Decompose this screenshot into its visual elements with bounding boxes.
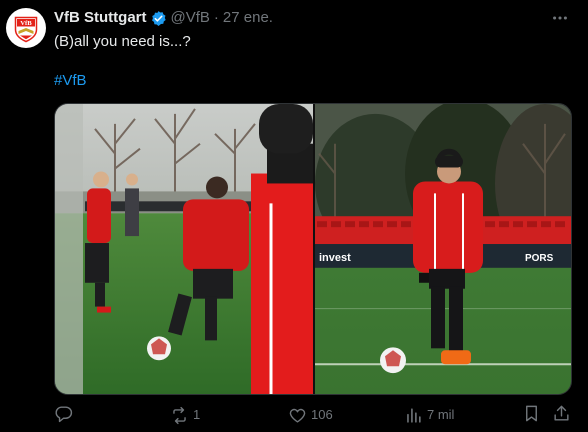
like-count: 106	[311, 407, 333, 422]
banner-text-left: invest	[319, 252, 351, 264]
share-icon	[554, 405, 569, 421]
retweet-button[interactable]: 1	[170, 404, 200, 426]
hashtag-link[interactable]: #VfB	[54, 71, 87, 91]
avatar[interactable]: VfB	[6, 8, 46, 48]
tweet-actions: 1 106 7 mil	[54, 404, 574, 426]
media-grid: invest PORS	[54, 103, 572, 395]
training-photo-left[interactable]	[55, 104, 313, 394]
svg-text:VfB: VfB	[20, 20, 32, 27]
verified-badge-icon	[151, 10, 166, 26]
more-button[interactable]	[550, 8, 570, 28]
bookmark-button[interactable]	[522, 404, 541, 423]
heart-icon	[289, 408, 306, 423]
banner-text-right: PORS	[525, 253, 554, 264]
views-count: 7 mil	[427, 407, 455, 422]
retweet-count: 1	[193, 407, 201, 422]
author-handle[interactable]: @VfB	[171, 9, 210, 27]
views-button[interactable]: 7 mil	[404, 404, 454, 426]
tweet-text: (B)all you need is...?	[54, 33, 191, 50]
vfb-crest-icon: VfB	[14, 16, 38, 43]
bookmark-icon	[526, 405, 537, 422]
tweet-header: VfB Stuttgart @VfB · 27 ene.	[54, 9, 273, 27]
retweet-icon	[173, 406, 186, 424]
like-button[interactable]: 106	[288, 404, 333, 426]
header-separator: ·	[213, 9, 219, 26]
reply-icon	[55, 406, 73, 423]
training-photo-right[interactable]: invest PORS	[315, 104, 571, 394]
share-button[interactable]	[552, 404, 571, 423]
tweet-date[interactable]: 27 ene.	[223, 9, 273, 27]
more-dots-icon	[553, 16, 567, 20]
author-name[interactable]: VfB Stuttgart	[54, 9, 147, 27]
views-bar-icon	[407, 407, 421, 423]
tweet-card[interactable]: VfB VfB Stuttgart @VfB · 27 ene. (B)all …	[0, 0, 588, 432]
reply-button[interactable]	[54, 404, 77, 423]
